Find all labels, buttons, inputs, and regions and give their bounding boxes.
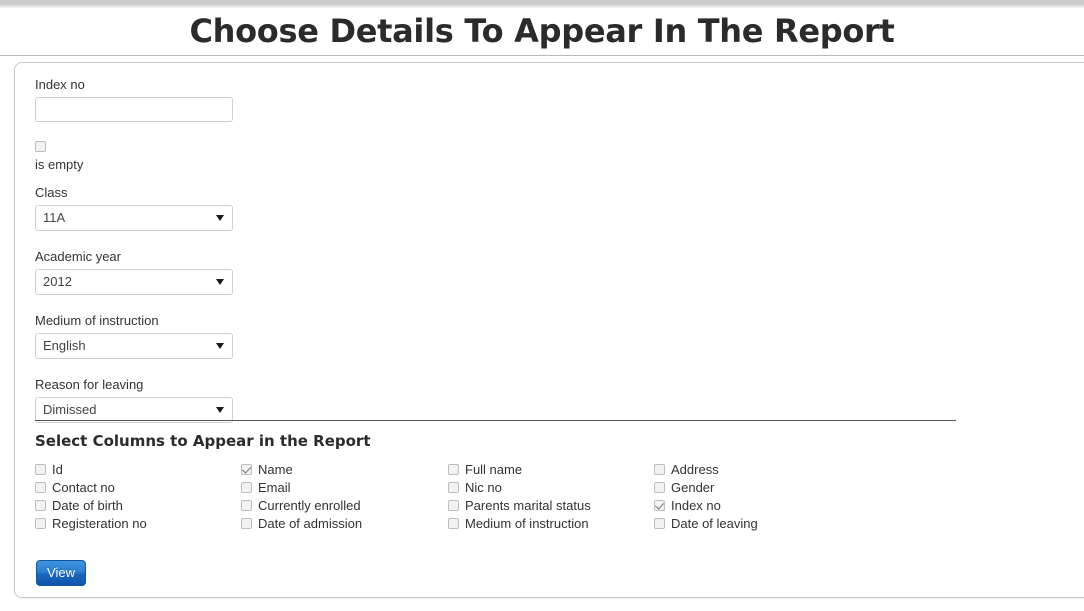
column-group-1: Name Email Currently enrolled Date of admis… [241, 461, 362, 533]
chevron-down-icon [216, 279, 224, 285]
column-checkbox-item[interactable]: Contact no [35, 479, 147, 497]
column-checkbox[interactable] [241, 464, 252, 475]
academic-year-select-value: 2012 [35, 269, 233, 295]
class-select[interactable]: 11A [35, 205, 233, 231]
class-label: Class [35, 185, 68, 200]
column-checkbox-label: Medium of instruction [465, 516, 589, 531]
column-checkbox[interactable] [241, 500, 252, 511]
class-select-value: 11A [35, 205, 233, 231]
is-empty-checkbox[interactable] [35, 141, 46, 152]
medium-of-instruction-select[interactable]: English [35, 333, 233, 359]
report-options-panel: Index no is empty Class 11A Academic yea… [14, 62, 1084, 598]
column-checkbox-label: Date of admission [258, 516, 363, 531]
column-checkbox-item[interactable]: Medium of instruction [448, 515, 591, 533]
column-group-0: Id Contact no Date of birth Registeration n… [35, 461, 147, 533]
column-checkbox-item[interactable]: Name [241, 461, 362, 479]
column-checkbox-item[interactable]: Registeration no [35, 515, 147, 533]
column-checkbox[interactable] [241, 518, 252, 529]
column-checkbox-label: Address [671, 462, 719, 477]
chevron-down-icon [216, 407, 224, 413]
column-group-2: Full name Nic no Parents marital status Med… [448, 461, 591, 533]
browser-chrome-strip [0, 0, 1084, 8]
column-checkbox-label: Date of leaving [671, 516, 758, 531]
column-checkbox[interactable] [241, 482, 252, 493]
column-checkbox[interactable] [35, 518, 46, 529]
column-checkbox[interactable] [654, 518, 665, 529]
column-checkbox[interactable] [448, 464, 459, 475]
column-checkbox-item[interactable]: Address [654, 461, 758, 479]
is-empty-label: is empty [35, 157, 84, 172]
column-checkbox-label: Email [258, 480, 291, 495]
column-checkbox-label: Currently enrolled [258, 498, 361, 513]
column-checkbox[interactable] [654, 482, 665, 493]
index-no-input[interactable] [35, 97, 233, 122]
medium-of-instruction-label: Medium of instruction [35, 313, 159, 328]
index-no-label: Index no [35, 77, 85, 92]
column-checkbox[interactable] [448, 482, 459, 493]
column-checkbox-item[interactable]: Nic no [448, 479, 591, 497]
page-title: Choose Details To Appear In The Report [189, 12, 895, 50]
column-checkbox[interactable] [448, 518, 459, 529]
column-checkbox-item[interactable]: Date of birth [35, 497, 147, 515]
chevron-down-icon [216, 343, 224, 349]
column-checkbox-label: Gender [671, 480, 715, 495]
reason-for-leaving-label: Reason for leaving [35, 377, 144, 392]
column-checkbox[interactable] [35, 482, 46, 493]
column-checkbox-label: Parents marital status [465, 498, 591, 513]
column-group-3: Address Gender Index no Date of leaving [654, 461, 758, 533]
filter-form: Index no is empty Class 11A Academic yea… [35, 77, 233, 423]
column-checkbox[interactable] [35, 464, 46, 475]
medium-of-instruction-select-value: English [35, 333, 233, 359]
column-checkbox-item[interactable]: Date of leaving [654, 515, 758, 533]
column-checkbox-label: Nic no [465, 480, 502, 495]
column-checkbox-label: Contact no [52, 480, 115, 495]
column-checkbox[interactable] [448, 500, 459, 511]
column-checkbox[interactable] [35, 500, 46, 511]
academic-year-label: Academic year [35, 249, 121, 264]
column-checkbox-item[interactable]: Id [35, 461, 147, 479]
select-columns-heading: Select Columns to Appear in the Report [35, 432, 371, 450]
page-header: Choose Details To Appear In The Report [0, 8, 1084, 56]
column-checkbox[interactable] [654, 464, 665, 475]
column-checkbox-item[interactable]: Parents marital status [448, 497, 591, 515]
chevron-down-icon [216, 215, 224, 221]
column-checkbox-item[interactable]: Index no [654, 497, 758, 515]
column-checkbox-item[interactable]: Gender [654, 479, 758, 497]
column-checkbox-label: Full name [465, 462, 523, 477]
column-checkbox-label: Index no [671, 498, 721, 513]
column-checkbox-item[interactable]: Full name [448, 461, 591, 479]
is-empty-group: is empty [35, 139, 233, 172]
academic-year-select[interactable]: 2012 [35, 269, 233, 295]
column-checkbox-label: Name [258, 462, 293, 477]
section-divider [35, 420, 956, 421]
column-checkbox-item[interactable]: Currently enrolled [241, 497, 362, 515]
column-checkbox-label: Registeration no [52, 516, 147, 531]
column-checkbox-item[interactable]: Date of admission [241, 515, 362, 533]
column-checkbox[interactable] [654, 500, 665, 511]
column-checkbox-label: Date of birth [52, 498, 123, 513]
column-checkbox-label: Id [52, 462, 63, 477]
view-button[interactable]: View [36, 560, 86, 586]
column-checkbox-item[interactable]: Email [241, 479, 362, 497]
